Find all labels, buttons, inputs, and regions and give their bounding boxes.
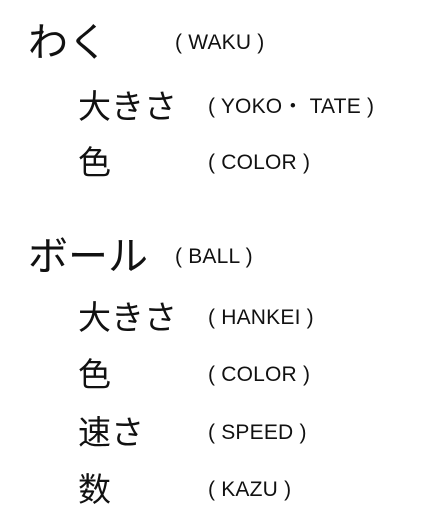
list-item: 大きさ ( HANKEI ) xyxy=(0,293,423,343)
item-label: 色 xyxy=(78,143,111,182)
item-label: 大きさ xyxy=(78,298,177,337)
item-reading: ( HANKEI ) xyxy=(208,306,314,329)
section-ball-heading: ボール ( BALL ) xyxy=(0,232,423,282)
list-item: 色 ( COLOR ) xyxy=(0,350,423,400)
item-label: 速さ xyxy=(78,413,144,452)
list-item: 色 ( COLOR ) xyxy=(0,138,423,188)
section-label: ボール xyxy=(28,234,148,280)
section-label: わく xyxy=(28,20,108,66)
item-reading: ( COLOR ) xyxy=(208,363,311,386)
item-label: 大きさ xyxy=(78,87,177,126)
list-item: 速さ ( SPEED ) xyxy=(0,408,423,458)
item-label: 数 xyxy=(78,470,111,509)
item-reading: ( KAZU ) xyxy=(208,478,292,501)
section-reading: ( WAKU ) xyxy=(175,31,265,54)
section-frame-heading: わく ( WAKU ) xyxy=(0,18,423,68)
item-label: 色 xyxy=(78,355,111,394)
list-item: 大きさ ( YOKO・ TATE ) xyxy=(0,82,423,132)
item-reading: ( YOKO・ TATE ) xyxy=(208,95,375,118)
item-reading: ( COLOR ) xyxy=(208,151,311,174)
section-reading: ( BALL ) xyxy=(175,245,253,268)
page: { "sections": [ { "label": "わく", "readin… xyxy=(0,0,423,530)
item-reading: ( SPEED ) xyxy=(208,421,307,444)
list-item: 数 ( KAZU ) xyxy=(0,465,423,515)
